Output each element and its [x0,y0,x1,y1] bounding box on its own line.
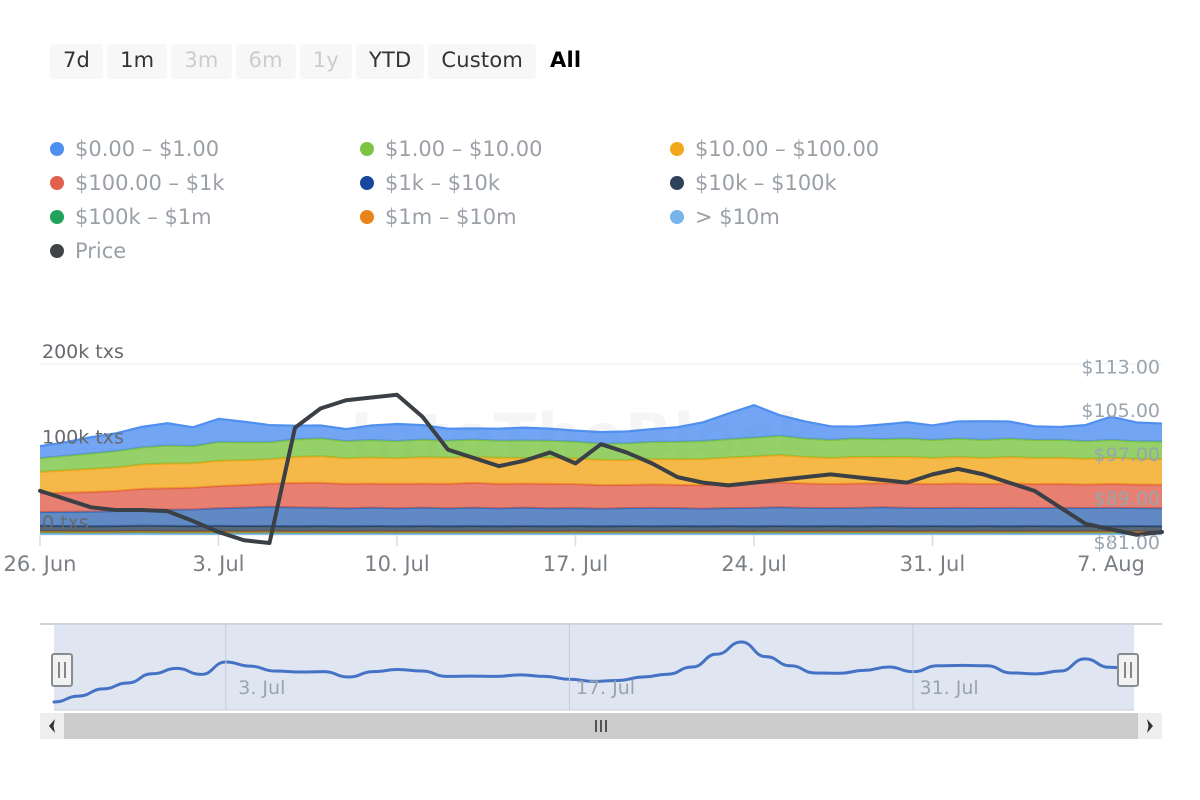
range-button-custom[interactable]: Custom [428,44,536,79]
x-axis-tick-label: 3. Jul [192,552,244,576]
chart-navigator[interactable]: 3. Jul 17. Jul 31. Jul [0,618,1200,723]
legend-item-label: Price [75,241,126,262]
legend-color-dot-icon [360,142,374,156]
y-axis-left-tick-label: 100k txs [42,426,124,448]
legend-item-label: $100.00 – $1k [75,173,225,194]
legend-item-2[interactable]: $10.00 – $100.00 [670,132,980,166]
navigator-body[interactable]: 3. Jul 17. Jul 31. Jul [40,624,1162,710]
legend-color-dot-icon [670,142,684,156]
legend-item-0[interactable]: $0.00 – $1.00 [50,132,360,166]
x-axis-tick-label: 31. Jul [900,552,965,576]
range-button-ytd[interactable]: YTD [356,44,424,79]
legend-color-dot-icon [50,244,64,258]
legend-color-dot-icon [50,176,64,190]
navigator-x-tick-label: 31. Jul [919,677,978,699]
y-axis-left-tick-label: 200k txs [42,341,124,363]
main-chart[interactable]: IntoTheBlock 0 txs100k txs200k txs $81.0… [0,340,1200,590]
x-axis-labels: 26. Jun 3. Jul 10. Jul 17. Jul 24. Jul 31. Ju… [4,535,1145,576]
x-axis-tick-label: 7. Aug [1077,552,1145,576]
y-axis-right-tick-label: $105.00 [1081,400,1160,422]
range-button-6m: 6m [236,44,296,79]
scrollbar-right-arrow-button[interactable] [1138,713,1162,739]
y-axis-right-tick-label: $89.00 [1094,488,1160,510]
navigator-handle-right[interactable] [1118,654,1138,686]
legend-item-label: > $10m [695,207,780,228]
range-button-1y: 1y [300,44,352,79]
legend-color-dot-icon [50,210,64,224]
legend-color-dot-icon [670,176,684,190]
legend-item-5[interactable]: $10k – $100k [670,166,980,200]
legend-color-dot-icon [360,210,374,224]
navigator-x-tick-label: 3. Jul [238,677,285,699]
legend-item-label: $100k – $1m [75,207,212,228]
legend-item-1[interactable]: $1.00 – $10.00 [360,132,670,166]
range-button-7d[interactable]: 7d [50,44,103,79]
legend-item-label: $1k – $10k [385,173,500,194]
legend-item-4[interactable]: $1k – $10k [360,166,670,200]
chart-legend: $0.00 – $1.00 $1.00 – $10.00 $10.00 – $1… [50,132,1010,268]
legend-item-label: $0.00 – $1.00 [75,139,219,160]
range-button-3m: 3m [171,44,231,79]
range-button-1m[interactable]: 1m [107,44,167,79]
x-axis-tick-label: 24. Jul [721,552,786,576]
range-selector: 7d 1m 3m 6m 1y YTD Custom All [50,44,591,79]
legend-color-dot-icon [50,142,64,156]
y-axis-right-tick-label: $113.00 [1081,356,1160,378]
legend-item-7[interactable]: $1m – $10m [360,200,670,234]
y-axis-right-tick-label: $97.00 [1094,444,1160,466]
legend-item-label: $1.00 – $10.00 [385,139,542,160]
scrollbar-left-arrow-button[interactable] [40,713,64,739]
y-axis-right-tick-label: $81.00 [1094,532,1160,554]
x-axis-tick-label: 10. Jul [364,552,429,576]
legend-item-label: $10.00 – $100.00 [695,139,879,160]
legend-item-label: $1m – $10m [385,207,517,228]
range-button-all[interactable]: All [540,44,591,79]
legend-item-6[interactable]: $100k – $1m [50,200,360,234]
legend-item-label: $10k – $100k [695,173,837,194]
navigator-x-tick-label: 17. Jul [576,677,635,699]
chart-scrollbar[interactable] [40,713,1162,739]
legend-item-8[interactable]: > $10m [670,200,980,234]
legend-color-dot-icon [360,176,374,190]
legend-color-dot-icon [670,210,684,224]
legend-item-price[interactable]: Price [50,234,360,268]
chart-page: 7d 1m 3m 6m 1y YTD Custom All $0.00 – $1… [0,0,1200,800]
navigator-handle-left[interactable] [52,654,72,686]
x-axis-tick-label: 26. Jun [4,552,77,576]
legend-item-3[interactable]: $100.00 – $1k [50,166,360,200]
y-axis-left-tick-label: 0 txs [42,512,89,534]
x-axis-tick-label: 17. Jul [543,552,608,576]
